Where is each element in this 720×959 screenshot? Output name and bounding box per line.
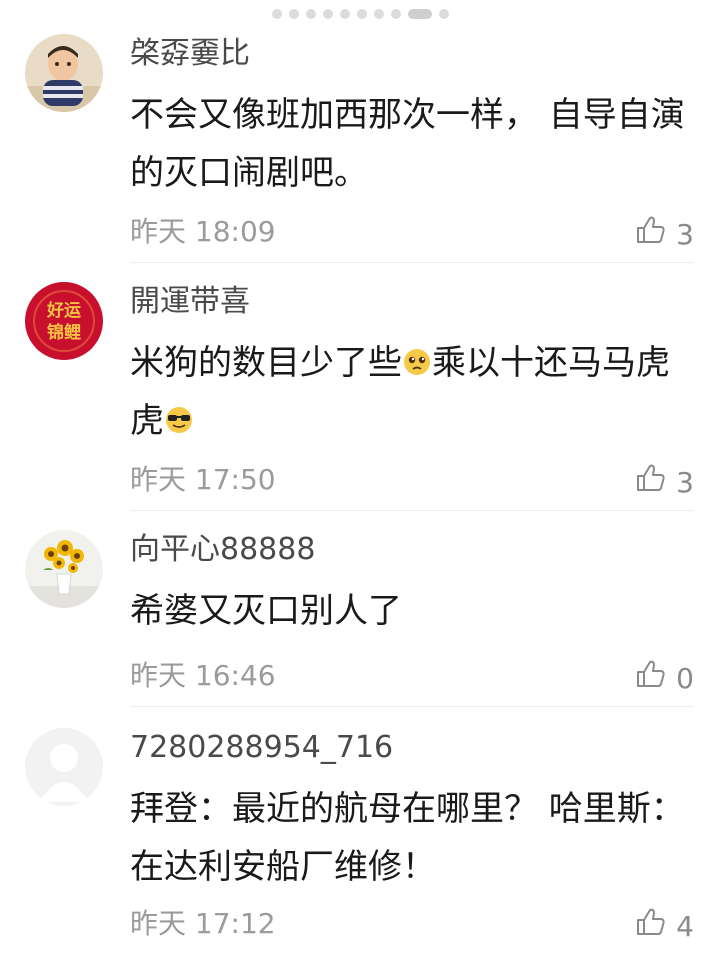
comment-time: 昨天 18:09 bbox=[130, 215, 276, 248]
thumbs-up-icon bbox=[634, 214, 666, 255]
username[interactable]: 棨孬嫑比 bbox=[130, 34, 250, 74]
divider bbox=[130, 262, 694, 263]
like-count: 3 bbox=[676, 465, 694, 499]
baby-photo-avatar[interactable] bbox=[25, 34, 103, 112]
comment-text: 希婆又灭口别人了 bbox=[130, 591, 402, 631]
comment-time: 昨天 17:50 bbox=[130, 463, 276, 496]
like-button[interactable]: 3 bbox=[634, 214, 694, 255]
like-button[interactable]: 3 bbox=[634, 462, 694, 503]
comment-time: 昨天 16:46 bbox=[130, 659, 276, 692]
comment-text: 拜登：最近的航母在哪里？ 哈里斯：在达利安船厂维修！ bbox=[130, 789, 685, 887]
comment-text: 米狗的数目少了些 乘以十还马马虎虎 bbox=[130, 334, 695, 450]
divider bbox=[130, 510, 694, 511]
page-dot bbox=[271, 9, 282, 19]
username[interactable]: 向平心88888 bbox=[130, 530, 315, 570]
like-count: 0 bbox=[676, 661, 694, 695]
default-user-avatar[interactable] bbox=[25, 728, 103, 806]
avatar-text: 好运 bbox=[46, 300, 81, 321]
lucky-koi-avatar[interactable]: 好运 锦鲤 bbox=[25, 282, 103, 360]
like-button[interactable]: 4 bbox=[634, 906, 694, 947]
sunglasses-face-emoji bbox=[164, 395, 194, 433]
page-dot bbox=[288, 9, 299, 19]
username[interactable]: 7280288954_716 bbox=[130, 728, 393, 768]
like-count: 3 bbox=[676, 217, 694, 251]
page-dot-active bbox=[407, 9, 432, 19]
comment-text: 不会又像班加西那次一样， 自导自演的灭口闹剧吧。 bbox=[130, 95, 685, 193]
like-button[interactable]: 0 bbox=[634, 658, 694, 699]
page-dot bbox=[356, 9, 367, 19]
username[interactable]: 開運带喜 bbox=[130, 282, 250, 322]
page-dot bbox=[322, 9, 333, 19]
pleading-face-emoji bbox=[402, 337, 432, 375]
thumbs-up-icon bbox=[634, 906, 666, 947]
like-count: 4 bbox=[676, 909, 694, 943]
page-dot bbox=[305, 9, 316, 19]
comment-time: 昨天 17:12 bbox=[130, 907, 276, 940]
page-indicator bbox=[0, 8, 720, 20]
page-dot bbox=[339, 9, 350, 19]
comment-text-part: 米狗的数目少了些 bbox=[130, 343, 402, 383]
page-dot bbox=[390, 9, 401, 19]
divider bbox=[130, 706, 694, 707]
sunflower-vase-avatar[interactable] bbox=[25, 530, 103, 608]
comment-page: 棨孬嫑比 不会又像班加西那次一样， 自导自演的灭口闹剧吧。 昨天 18:09 3… bbox=[0, 0, 720, 959]
page-dot bbox=[438, 9, 449, 19]
thumbs-up-icon bbox=[634, 462, 666, 503]
thumbs-up-icon bbox=[634, 658, 666, 699]
page-dot bbox=[373, 9, 384, 19]
avatar-text: 锦鲤 bbox=[47, 322, 81, 343]
